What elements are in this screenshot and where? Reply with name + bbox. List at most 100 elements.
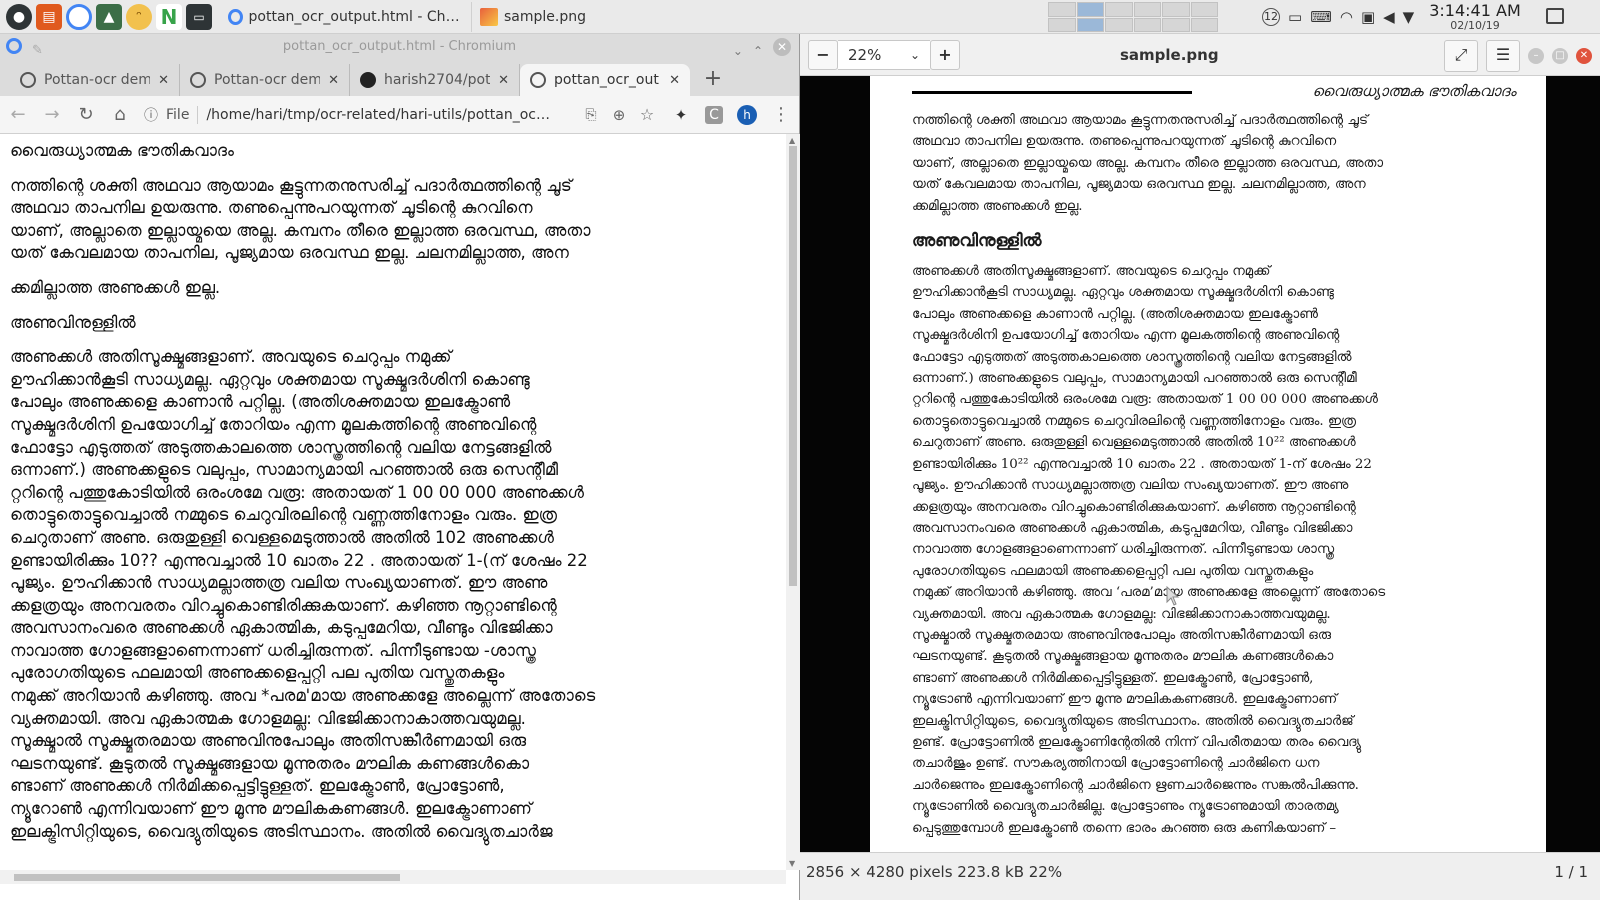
- menu-kebab-icon[interactable]: ⋮: [771, 104, 791, 125]
- scan-running-header: വൈരുധ്യാത്മക ഭൗതികവാദം: [912, 82, 1528, 100]
- tab-close-icon[interactable]: ✕: [669, 73, 680, 88]
- back-icon[interactable]: ←: [8, 104, 28, 125]
- cat-app-icon[interactable]: ᵔ: [126, 3, 152, 30]
- fullscreen-button[interactable]: ⤢: [1444, 40, 1478, 72]
- home-icon[interactable]: ⌂: [110, 104, 130, 125]
- tab-label: Pottan-ocr dem: [44, 72, 151, 88]
- maximize-icon[interactable]: □: [1552, 48, 1568, 64]
- taskbar-image-viewer-button[interactable]: sample.png: [472, 2, 622, 32]
- workspace-7[interactable]: [1048, 17, 1076, 32]
- n-app-icon[interactable]: N: [156, 3, 182, 30]
- terminal-icon[interactable]: ▭: [186, 3, 212, 30]
- workspace-8[interactable]: [1076, 17, 1104, 32]
- clipboard-icon[interactable]: ▣: [1361, 8, 1375, 26]
- taskbar-chromium-button[interactable]: pottan_ocr_output.html - Chromiu…: [220, 1, 472, 32]
- taskbar-chromium-label: pottan_ocr_output.html - Chromiu…: [248, 8, 463, 25]
- file-manager-icon[interactable]: ▤: [36, 3, 62, 30]
- tray-dropdown-icon[interactable]: ▼: [1403, 8, 1415, 26]
- wifi-icon[interactable]: ◠: [1340, 8, 1353, 26]
- app-menu-icon[interactable]: ●: [6, 3, 32, 30]
- bookmark-star-icon[interactable]: ☆: [637, 105, 657, 125]
- ocr-paragraph-3: അണുക്കൾ അതിസൂക്ഷ്മങ്ങളാണ്. അവയുടെ ചെറുപ്…: [10, 347, 596, 841]
- scroll-down-icon[interactable]: ▼: [789, 859, 795, 868]
- battery-percent-badge: 12: [1262, 8, 1280, 26]
- image-canvas[interactable]: വൈരുധ്യാത്മക ഭൗതികവാദം നത്തിന്റെ ശക്തി അ…: [800, 76, 1600, 852]
- tab-strip: Pottan-ocr dem ✕ Pottan-ocr dem ✕ harish…: [0, 60, 799, 96]
- scan-section-heading: അണുവിനുള്ളിൽ: [912, 231, 1042, 252]
- zoom-in-button[interactable]: +: [930, 39, 960, 70]
- chromium-window-icon[interactable]: [6, 38, 22, 54]
- vertical-scrollbar[interactable]: ▲ ▼: [786, 134, 800, 870]
- url-text[interactable]: /home/hari/tmp/ocr-related/hari-utils/po…: [206, 107, 573, 123]
- tab-label: harish2704/pot: [384, 72, 491, 88]
- app-launcher: ● ▤ ▲ ᵔ N ▭: [0, 3, 212, 30]
- workspace-1[interactable]: [1048, 2, 1076, 17]
- viewer-statusbar: 2856 × 4280 pixels 223.8 kB 22% 1 / 1: [800, 852, 1600, 900]
- tab-pottan-ocr-output[interactable]: pottan_ocr_out ✕: [520, 64, 690, 96]
- address-bar[interactable]: ⓘ File /home/hari/tmp/ocr-related/hari-u…: [144, 105, 657, 125]
- vertical-scroll-thumb[interactable]: [789, 146, 797, 586]
- tab-close-icon[interactable]: ✕: [498, 73, 509, 88]
- tab-label: pottan_ocr_out: [554, 72, 659, 88]
- address-separator: [197, 105, 199, 124]
- taskbar-image-viewer-label: sample.png: [504, 8, 586, 25]
- tab-close-icon[interactable]: ✕: [158, 73, 169, 88]
- workspace-5[interactable]: [1162, 2, 1190, 17]
- info-icon[interactable]: ⓘ: [144, 105, 158, 125]
- workspace-2[interactable]: [1076, 2, 1104, 17]
- forward-icon[interactable]: →: [42, 104, 62, 125]
- battery-icon[interactable]: ▭: [1288, 8, 1302, 26]
- tab-label: Pottan-ocr dem: [214, 72, 321, 88]
- tab-pottan-ocr-demo-2[interactable]: Pottan-ocr dem ✕: [180, 64, 350, 96]
- file-scheme-label: File: [166, 106, 190, 123]
- clock[interactable]: 3:14:41 AM 02/10/19: [1420, 1, 1530, 32]
- viewer-headerbar[interactable]: − 22% ⌄ + sample.png ⤢ ☰ – □ ✕: [800, 34, 1600, 76]
- chromium-window: ✎ pottan_ocr_output.html - Chromium ⌄ ⌃ …: [0, 34, 800, 900]
- image-info: 2856 × 4280 pixels 223.8 kB 22%: [806, 863, 1063, 881]
- zoom-select[interactable]: 22% ⌄: [838, 39, 930, 70]
- minimize-icon[interactable]: –: [1528, 48, 1544, 64]
- new-tab-button[interactable]: +: [698, 64, 728, 96]
- workspace-9[interactable]: [1105, 17, 1133, 32]
- workspace-pager[interactable]: [1048, 2, 1218, 32]
- zoom-icon[interactable]: ⊕: [609, 105, 629, 125]
- workspace-12[interactable]: [1190, 17, 1218, 32]
- zoom-value: 22%: [848, 45, 882, 64]
- image-task-icon: [480, 7, 498, 26]
- close-window-icon[interactable]: ✕: [773, 38, 791, 56]
- workspace-11[interactable]: [1162, 17, 1190, 32]
- scroll-up-icon[interactable]: ▲: [789, 136, 795, 145]
- tab-favicon-icon: [530, 72, 546, 88]
- tab-pottan-ocr-demo-1[interactable]: Pottan-ocr dem ✕: [10, 64, 180, 96]
- chromium-launcher-icon[interactable]: [66, 3, 92, 30]
- browser-toolbar: ← → ↻ ⌂ ⓘ File /home/hari/tmp/ocr-relate…: [0, 96, 799, 134]
- hamburger-menu-button[interactable]: ☰: [1486, 40, 1520, 72]
- horizontal-scrollbar[interactable]: [0, 870, 786, 884]
- keyboard-icon[interactable]: ⌨: [1310, 8, 1332, 26]
- chromium-titlebar[interactable]: ✎ pottan_ocr_output.html - Chromium ⌄ ⌃ …: [0, 34, 799, 60]
- translate-icon[interactable]: ⎘: [581, 105, 601, 125]
- zoom-out-button[interactable]: −: [808, 39, 838, 70]
- system-panel: ● ▤ ▲ ᵔ N ▭ pottan_ocr_output.html - Chr…: [0, 0, 1600, 34]
- tab-favicon-icon: [190, 72, 206, 88]
- chevron-down-icon: ⌄: [909, 47, 920, 62]
- extension-c-icon[interactable]: C: [705, 105, 723, 124]
- tab-close-icon[interactable]: ✕: [328, 73, 339, 88]
- image-viewer-launcher-icon[interactable]: ▲: [96, 3, 122, 30]
- volume-icon[interactable]: ◀: [1383, 8, 1395, 26]
- profile-avatar[interactable]: h: [737, 104, 757, 125]
- workspace-4[interactable]: [1133, 2, 1161, 17]
- clock-time: 3:14:41 AM: [1429, 1, 1521, 20]
- mouse-pointer-icon: [1166, 586, 1180, 606]
- tab-github[interactable]: harish2704/pot ✕: [350, 64, 520, 96]
- reload-icon[interactable]: ↻: [76, 104, 96, 125]
- clock-date: 02/10/19: [1450, 19, 1500, 32]
- close-window-icon[interactable]: ✕: [1576, 48, 1592, 64]
- horizontal-scroll-thumb[interactable]: [14, 874, 400, 881]
- workspace-6[interactable]: [1190, 2, 1218, 17]
- image-viewer-window: − 22% ⌄ + sample.png ⤢ ☰ – □ ✕ വൈരുധ്യാത…: [800, 34, 1600, 900]
- show-desktop-icon[interactable]: [1546, 8, 1564, 24]
- workspace-10[interactable]: [1133, 17, 1161, 32]
- workspace-3[interactable]: [1105, 2, 1133, 17]
- extension-icon[interactable]: ✦: [671, 105, 691, 125]
